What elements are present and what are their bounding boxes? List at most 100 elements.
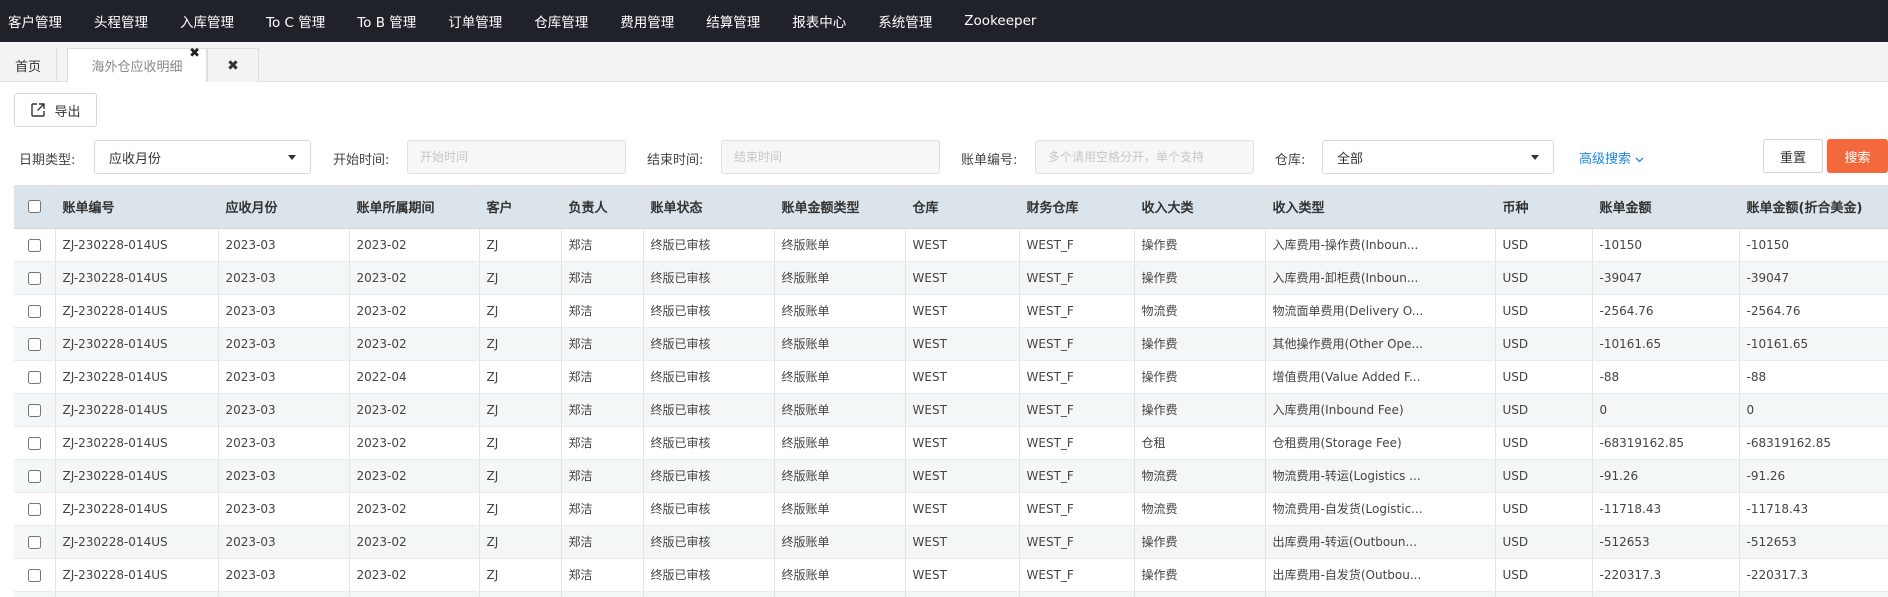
table-row[interactable] bbox=[14, 591, 1888, 597]
table-cell: WEST_F bbox=[1019, 360, 1135, 394]
column-header[interactable]: 负责人 bbox=[561, 186, 644, 229]
column-header[interactable]: 仓库 bbox=[905, 186, 1020, 229]
receivable-table: 账单编号 应收月份 账单所属期间 客户 负责人 账单状态 账单金额类型 仓库 财务仓库 收入大类收… bbox=[14, 185, 1888, 597]
table-cell: WEST bbox=[905, 294, 1020, 328]
row-checkbox[interactable] bbox=[27, 271, 41, 285]
nav-item-4[interactable]: To B 管理 bbox=[348, 0, 425, 42]
table-cell: 终版已审核 bbox=[643, 393, 775, 427]
table-row[interactable]: ZJ-230228-014US 2023-03 2023-02 ZJ 郑洁 终版已审核 终版… bbox=[14, 525, 1888, 559]
table-cell: WEST bbox=[905, 393, 1020, 427]
table-cell: ZJ bbox=[479, 294, 562, 328]
tab-receivable-detail[interactable]: 海外仓应收明细 ✖ bbox=[67, 46, 207, 82]
table-cell: USD bbox=[1495, 327, 1593, 361]
search-button[interactable]: 搜索 bbox=[1827, 139, 1888, 173]
table-cell: WEST bbox=[905, 360, 1020, 394]
top-nav: 客户管理 头程管理 入库管理 To C 管理 To B 管理 订单管理 仓库管理 费用管理 结算… bbox=[0, 0, 1888, 42]
column-header[interactable]: 收入大类 bbox=[1134, 186, 1266, 229]
table-cell: 物流费 bbox=[1134, 294, 1266, 328]
table-cell: -68319162.85 bbox=[1592, 426, 1740, 460]
end-time-input[interactable] bbox=[721, 140, 940, 174]
select-all-checkbox[interactable] bbox=[27, 200, 41, 214]
row-checkbox[interactable] bbox=[27, 568, 41, 582]
row-checkbox[interactable] bbox=[27, 403, 41, 417]
table-cell: -512653 bbox=[1592, 525, 1740, 559]
column-header[interactable]: 账单金额 bbox=[1592, 186, 1740, 229]
close-all-icon: ✖ bbox=[227, 57, 239, 74]
table-cell: 仓租费用(Storage Fee) bbox=[1265, 426, 1496, 460]
row-checkbox[interactable] bbox=[27, 469, 41, 483]
row-checkbox[interactable] bbox=[27, 238, 41, 252]
reset-button[interactable]: 重置 bbox=[1763, 139, 1823, 173]
table-cell: -10150 bbox=[1592, 228, 1740, 262]
tab-close-icon[interactable]: ✖ bbox=[189, 46, 200, 61]
column-header[interactable]: 财务仓库 bbox=[1019, 186, 1135, 229]
row-checkbox[interactable] bbox=[27, 337, 41, 351]
export-button[interactable]: 导出 bbox=[14, 93, 97, 127]
row-checkbox[interactable] bbox=[27, 502, 41, 516]
table-cell: -91.26 bbox=[1592, 459, 1740, 493]
column-header[interactable]: 账单金额类型 bbox=[774, 186, 906, 229]
column-header[interactable]: 收入类型 bbox=[1265, 186, 1496, 229]
table-row[interactable]: ZJ-230228-014US 2023-03 2023-02 ZJ 郑洁 终版已审核 终版… bbox=[14, 327, 1888, 361]
chevron-down-icon bbox=[1531, 155, 1539, 160]
table-cell: ZJ-230228-014US bbox=[55, 393, 219, 427]
advanced-search-link[interactable]: 高级搜索 bbox=[1579, 148, 1644, 167]
table-row[interactable]: ZJ-230228-014US 2023-03 2023-02 ZJ 郑洁 终版已审核 终版… bbox=[14, 294, 1888, 328]
close-all-tabs-button[interactable]: ✖ bbox=[207, 48, 259, 82]
nav-item-2[interactable]: 入库管理 bbox=[171, 0, 243, 42]
nav-item-3[interactable]: To C 管理 bbox=[257, 0, 334, 42]
table-cell: -11718.43 bbox=[1592, 492, 1740, 526]
nav-item-0[interactable]: 客户管理 bbox=[0, 0, 71, 42]
start-time-input[interactable] bbox=[407, 140, 626, 174]
nav-item-1[interactable]: 头程管理 bbox=[85, 0, 157, 42]
row-select-cell bbox=[14, 525, 56, 559]
table-cell: ZJ-230228-014US bbox=[55, 228, 219, 262]
table-cell: -91.26 bbox=[1739, 459, 1888, 493]
row-checkbox[interactable] bbox=[27, 436, 41, 450]
table-row[interactable]: ZJ-230228-014US 2023-03 2023-02 ZJ 郑洁 终版已审核 终版… bbox=[14, 459, 1888, 493]
nav-item-5[interactable]: 订单管理 bbox=[439, 0, 511, 42]
nav-item-8[interactable]: 结算管理 bbox=[697, 0, 769, 42]
table-row[interactable]: ZJ-230228-014US 2023-03 2023-02 ZJ 郑洁 终版已审核 终版… bbox=[14, 492, 1888, 526]
table-row[interactable]: ZJ-230228-014US 2023-03 2023-02 ZJ 郑洁 终版已审核 终版… bbox=[14, 261, 1888, 295]
table-row[interactable]: ZJ-230228-014US 2023-03 2023-02 ZJ 郑洁 终版已审核 终版… bbox=[14, 393, 1888, 427]
table-cell: USD bbox=[1495, 393, 1593, 427]
column-header[interactable]: 账单编号 bbox=[55, 186, 219, 229]
table-row[interactable]: ZJ-230228-014US 2023-03 2023-02 ZJ 郑洁 终版已审核 终版… bbox=[14, 558, 1888, 592]
column-header[interactable]: 账单状态 bbox=[643, 186, 775, 229]
tab-home[interactable]: 首页 bbox=[0, 48, 57, 82]
row-select-cell bbox=[14, 327, 56, 361]
nav-item-10[interactable]: 系统管理 bbox=[869, 0, 941, 42]
table-cell: WEST bbox=[905, 525, 1020, 559]
table-cell: 2023-02 bbox=[349, 426, 480, 460]
date-type-select[interactable]: 应收月份 bbox=[94, 140, 311, 174]
table-cell: USD bbox=[1495, 261, 1593, 295]
table-row[interactable]: ZJ-230228-014US 2023-03 2023-02 ZJ 郑洁 终版已审核 终版… bbox=[14, 228, 1888, 262]
table-cell: WEST_F bbox=[1019, 228, 1135, 262]
nav-item-7[interactable]: 费用管理 bbox=[611, 0, 683, 42]
bill-no-input[interactable] bbox=[1035, 140, 1254, 174]
column-header[interactable]: 客户 bbox=[479, 186, 562, 229]
column-header[interactable]: 账单金额(折合美金) bbox=[1739, 186, 1888, 229]
table-cell: WEST bbox=[905, 492, 1020, 526]
nav-item-9[interactable]: 报表中心 bbox=[783, 0, 855, 42]
nav-item-11[interactable]: Zookeeper bbox=[955, 0, 1045, 42]
table-cell: 终版账单 bbox=[774, 327, 906, 361]
row-checkbox[interactable] bbox=[27, 370, 41, 384]
table-cell: 2023-03 bbox=[218, 327, 350, 361]
table-cell bbox=[1019, 591, 1135, 597]
column-header[interactable]: 账单所属期间 bbox=[349, 186, 480, 229]
table-cell: 郑洁 bbox=[561, 327, 644, 361]
table-row[interactable]: ZJ-230228-014US 2023-03 2023-02 ZJ 郑洁 终版已审核 终版… bbox=[14, 426, 1888, 460]
row-checkbox[interactable] bbox=[27, 535, 41, 549]
column-header[interactable]: 应收月份 bbox=[218, 186, 350, 229]
table-row[interactable]: ZJ-230228-014US 2023-03 2022-04 ZJ 郑洁 终版已审核 终版… bbox=[14, 360, 1888, 394]
row-select-cell bbox=[14, 261, 56, 295]
nav-item-6[interactable]: 仓库管理 bbox=[525, 0, 597, 42]
tab-bar: 首页 海外仓应收明细 ✖ ✖ bbox=[0, 42, 1888, 82]
row-checkbox[interactable] bbox=[27, 304, 41, 318]
table-cell: 郑洁 bbox=[561, 558, 644, 592]
warehouse-select[interactable]: 全部 bbox=[1322, 140, 1554, 174]
select-all-cell bbox=[14, 186, 56, 229]
column-header[interactable]: 币种 bbox=[1495, 186, 1593, 229]
